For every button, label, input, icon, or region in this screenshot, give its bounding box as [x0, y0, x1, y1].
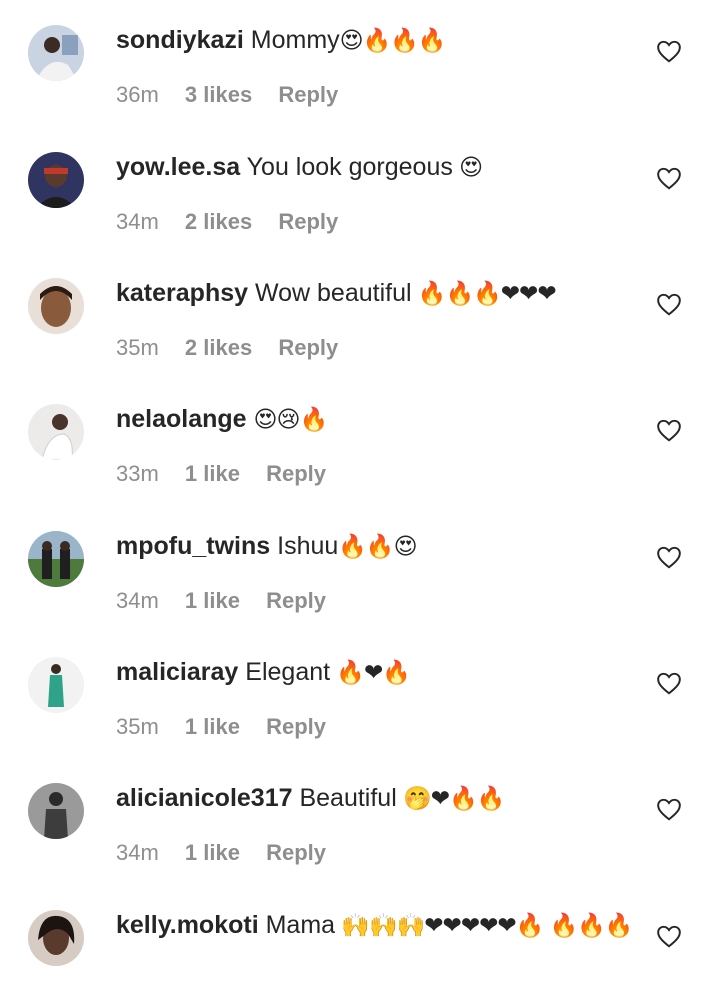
comment-body: Beautiful — [299, 784, 397, 812]
comment-emoji: 😍 — [452, 155, 483, 181]
timestamp: 33m — [116, 461, 159, 486]
comment: alicianicole317 Beautiful 🤭❤🔥🔥 34m 1 lik… — [0, 783, 720, 909]
username[interactable]: maliciaray — [116, 658, 238, 686]
comment-text: alicianicole317 Beautiful 🤭❤🔥🔥 — [116, 781, 646, 816]
comment-meta: 35m 1 like Reply — [116, 713, 346, 741]
timestamp: 34m — [116, 209, 159, 234]
heart-outline-icon[interactable] — [656, 166, 682, 190]
username[interactable]: kateraphsy — [116, 279, 248, 307]
username[interactable]: yow.lee.sa — [116, 153, 240, 181]
comment-body: You look gorgeous — [246, 153, 453, 181]
likes-count[interactable]: 1 like — [185, 460, 240, 488]
avatar[interactable] — [28, 910, 84, 966]
comment-body: Mama — [265, 911, 336, 939]
comment-text: yow.lee.sa You look gorgeous 😍 — [116, 150, 646, 185]
avatar[interactable] — [28, 531, 84, 587]
likes-count[interactable]: 2 likes — [185, 334, 252, 362]
comment-text: nelaolange 😍😢🔥 — [116, 402, 646, 437]
comment-meta: 35m 2 likes Reply — [116, 334, 358, 362]
comment: maliciaray Elegant 🔥❤🔥 35m 1 like Reply — [0, 657, 720, 783]
comment-body: Elegant — [245, 658, 331, 686]
likes-count[interactable]: 1 like — [185, 587, 240, 615]
comment-meta: 34m 1 like Reply — [116, 839, 346, 867]
username[interactable]: nelaolange — [116, 405, 247, 433]
heart-outline-icon[interactable] — [656, 671, 682, 695]
comment-text: kelly.mokoti Mama 🙌🙌🙌❤❤❤❤❤🔥 🔥🔥🔥 — [116, 908, 646, 943]
reply-button[interactable]: Reply — [278, 334, 338, 362]
comment-emoji: 🔥❤🔥 — [330, 660, 411, 686]
comment-meta: 34m 1 like Reply — [116, 587, 346, 615]
comment-meta: 34m 2 likes Reply — [116, 208, 358, 236]
comment: nelaolange 😍😢🔥 33m 1 like Reply — [0, 404, 720, 530]
timestamp: 34m — [116, 588, 159, 613]
comment: mpofu_twins Ishuu🔥🔥😍 34m 1 like Reply — [0, 531, 720, 657]
avatar[interactable] — [28, 152, 84, 208]
username[interactable]: mpofu_twins — [116, 532, 270, 560]
heart-outline-icon[interactable] — [656, 924, 682, 948]
avatar[interactable] — [28, 278, 84, 334]
comment: sondiykazi Mommy😍🔥🔥🔥 36m 3 likes Reply — [0, 25, 720, 151]
comment-meta: 33m 1 like Reply — [116, 460, 346, 488]
reply-button[interactable]: Reply — [266, 839, 326, 867]
avatar[interactable] — [28, 25, 84, 81]
comment-body: Mommy — [250, 26, 340, 54]
comment-emoji: 🔥🔥😍 — [338, 534, 417, 560]
comment-text: sondiykazi Mommy😍🔥🔥🔥 — [116, 23, 646, 58]
heart-outline-icon[interactable] — [656, 797, 682, 821]
comment-emoji: 😍🔥🔥🔥 — [339, 28, 447, 54]
heart-outline-icon[interactable] — [656, 292, 682, 316]
timestamp: 35m — [116, 714, 159, 739]
comment-text: kateraphsy Wow beautiful 🔥🔥🔥❤❤❤ — [116, 276, 646, 311]
comment: yow.lee.sa You look gorgeous 😍 34m 2 lik… — [0, 152, 720, 278]
comment: kateraphsy Wow beautiful 🔥🔥🔥❤❤❤ 35m 2 li… — [0, 278, 720, 404]
likes-count[interactable]: 1 like — [185, 713, 240, 741]
avatar[interactable] — [28, 404, 84, 460]
username[interactable]: kelly.mokoti — [116, 911, 259, 939]
comment-body: Wow beautiful — [254, 279, 412, 307]
heart-outline-icon[interactable] — [656, 545, 682, 569]
heart-outline-icon[interactable] — [656, 39, 682, 63]
reply-button[interactable]: Reply — [266, 587, 326, 615]
likes-count[interactable]: 3 likes — [185, 81, 252, 109]
comment-emoji: 🙌🙌🙌❤❤❤❤❤🔥 🔥🔥🔥 — [335, 913, 633, 939]
comment-text: mpofu_twins Ishuu🔥🔥😍 — [116, 529, 646, 564]
likes-count[interactable]: 1 like — [185, 839, 240, 867]
comment-meta: 36m 3 likes Reply — [116, 81, 358, 109]
comment-text: maliciaray Elegant 🔥❤🔥 — [116, 655, 646, 690]
username[interactable]: sondiykazi — [116, 26, 244, 54]
avatar[interactable] — [28, 657, 84, 713]
comment-emoji: 🤭❤🔥🔥 — [396, 786, 505, 812]
username[interactable]: alicianicole317 — [116, 784, 293, 812]
avatar[interactable] — [28, 783, 84, 839]
comment-emoji: 😍😢🔥 — [253, 407, 329, 433]
reply-button[interactable]: Reply — [278, 81, 338, 109]
timestamp: 36m — [116, 82, 159, 107]
timestamp: 34m — [116, 840, 159, 865]
comment-emoji: 🔥🔥🔥❤❤❤ — [411, 281, 557, 307]
heart-outline-icon[interactable] — [656, 418, 682, 442]
reply-button[interactable]: Reply — [278, 208, 338, 236]
reply-button[interactable]: Reply — [266, 460, 326, 488]
comment: kelly.mokoti Mama 🙌🙌🙌❤❤❤❤❤🔥 🔥🔥🔥 — [0, 910, 720, 990]
reply-button[interactable]: Reply — [266, 713, 326, 741]
timestamp: 35m — [116, 335, 159, 360]
comment-body: Ishuu — [277, 532, 339, 560]
likes-count[interactable]: 2 likes — [185, 208, 252, 236]
